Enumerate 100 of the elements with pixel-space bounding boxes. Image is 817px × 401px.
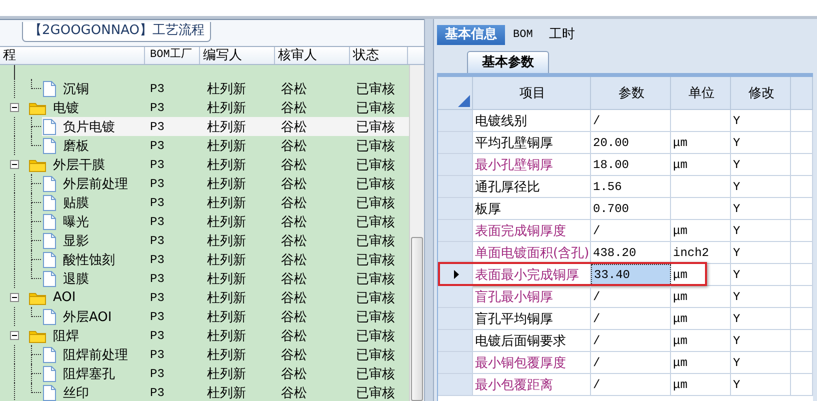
tree-label: 贴膜	[62, 194, 90, 212]
tree-row[interactable]: 阻焊塞孔 P3 杜列新 谷松 已审核	[0, 364, 409, 383]
table-cell-text: 谷松	[280, 232, 308, 250]
table-cell-text: 已审核	[355, 270, 396, 288]
table-cell-text: 已审核	[355, 290, 396, 307]
column-header[interactable]: BOM工厂	[145, 47, 200, 64]
folder-icon	[29, 158, 46, 172]
table-cell-text: 杜列新	[206, 270, 247, 288]
table-cell: /	[591, 286, 671, 308]
tree-row[interactable]: 丝印 P3 杜列新 谷松 已审核	[0, 383, 409, 401]
tree-row[interactable]: 外层前处理 P3 杜列新 谷松 已审核	[0, 174, 409, 193]
scrollbar[interactable]	[409, 65, 424, 401]
table-cell-text: P3	[149, 100, 166, 116]
table-cell-text: P3	[149, 194, 166, 212]
table-cell-text: 杜列新	[206, 346, 247, 364]
column-header[interactable]: 项目	[473, 77, 591, 110]
tree-row[interactable]: 沉铜 P3 杜列新 谷松 已审核	[0, 79, 409, 98]
tree-row[interactable]: 曝光 P3 杜列新 谷松 已审核	[0, 212, 409, 231]
table-cell: 通孔厚径比	[473, 176, 591, 198]
tree-row[interactable]: 阻焊 P3 杜列新 谷松 已审核	[0, 326, 409, 345]
tab[interactable]: BOM	[505, 25, 541, 45]
table-cell: μm	[671, 374, 731, 396]
column-header[interactable]: 编写人	[200, 47, 275, 64]
table-cell-text: 已审核	[355, 118, 396, 136]
column-header[interactable]: 程	[0, 47, 145, 64]
table-cell-text: P3	[149, 232, 166, 250]
column-header[interactable]: 状态	[350, 47, 408, 64]
table-cell-text: 谷松	[280, 138, 308, 155]
column-header[interactable]: 单位	[671, 77, 731, 110]
table-cell-text: P3	[149, 308, 166, 326]
folder-icon	[29, 100, 46, 114]
column-header[interactable]: 参数	[591, 77, 671, 110]
tree-row[interactable]: 阻焊前处理 P3 杜列新 谷松 已审核	[0, 345, 409, 364]
table-cell-text: 已审核	[355, 346, 396, 364]
table-cell-text: 谷松	[280, 328, 308, 345]
table-cell-text: 杜列新	[206, 328, 247, 345]
empty-cell	[671, 176, 731, 198]
table-cell-text: 已审核	[355, 156, 396, 174]
tree-row[interactable]: 外层干膜 P3 杜列新 谷松 已审核	[0, 155, 409, 174]
collapse-icon[interactable]	[10, 331, 19, 340]
table-cell-text: 谷松	[280, 176, 308, 193]
table-cell-text: 已审核	[355, 366, 396, 383]
table-cell-text: P3	[149, 156, 166, 174]
tree-row[interactable]: 显影 P3 杜列新 谷松 已审核	[0, 231, 409, 250]
collapse-icon[interactable]	[10, 160, 19, 169]
table-cell: 盲孔最小铜厚	[473, 286, 591, 308]
table-cell-text: 已审核	[355, 80, 396, 98]
document-icon	[43, 384, 56, 400]
table-cell-text: 杜列新	[206, 156, 247, 174]
table-cell-text: 已审核	[355, 232, 396, 250]
table-cell: /	[591, 308, 671, 330]
table-cell-text: 谷松	[280, 346, 308, 364]
table-cell-text: 已审核	[355, 384, 396, 401]
tree-label: 曝光	[62, 214, 90, 230]
table-cell-text: P3	[149, 118, 166, 136]
tab[interactable]: 工时	[540, 25, 583, 45]
document-icon	[43, 214, 56, 230]
table-cell-text: P3	[149, 138, 166, 154]
column-header[interactable]: 核审人	[275, 47, 350, 64]
table-cell: μm	[671, 286, 731, 308]
document-icon	[43, 232, 56, 248]
splitter-handle[interactable]	[424, 19, 434, 401]
table-cell-text: P3	[149, 384, 166, 401]
tab[interactable]: 基本信息	[437, 25, 505, 45]
table-cell-text: 谷松	[280, 156, 308, 174]
table-cell: μm	[671, 132, 731, 154]
table-cell-text: 已审核	[355, 138, 396, 155]
table-cell: 0.700	[591, 198, 671, 220]
selected-cell[interactable]: 33.40	[591, 264, 671, 286]
collapse-icon[interactable]	[10, 293, 19, 302]
document-icon	[43, 118, 56, 134]
table-cell-text: 杜列新	[206, 138, 247, 155]
tree-label: 沉铜	[62, 80, 90, 98]
tree-row[interactable]: 磨板 P3 杜列新 谷松 已审核	[0, 136, 409, 155]
tree-label: 外层AOI	[62, 308, 113, 326]
table-cell-text: P3	[149, 346, 166, 364]
tree-row[interactable]: 贴膜 P3 杜列新 谷松 已审核	[0, 193, 409, 212]
collapse-icon[interactable]	[10, 103, 19, 112]
tree-row[interactable]: 电镀 P3 杜列新 谷松 已审核	[0, 98, 409, 117]
tree-row[interactable]: 退膜 P3 杜列新 谷松 已审核	[0, 269, 409, 288]
empty-cell	[671, 198, 731, 220]
table-cell-text: P3	[149, 270, 166, 288]
table-cell: inch2	[671, 242, 731, 264]
table-cell-text: 已审核	[355, 328, 396, 345]
table-cell-text: 杜列新	[206, 232, 247, 250]
tree-label: AOI	[52, 290, 77, 305]
tree-row[interactable]: AOI P3 杜列新 谷松 已审核	[0, 288, 409, 307]
document-icon	[43, 138, 56, 154]
table-cell-text: 杜列新	[206, 80, 247, 98]
table-cell: μm	[671, 220, 731, 242]
table-cell: μm	[671, 264, 731, 286]
document-icon	[43, 194, 56, 210]
tree-row[interactable]: 酸性蚀刻 P3 杜列新 谷松 已审核	[0, 250, 409, 269]
table-cell-text: 谷松	[280, 308, 308, 326]
folder-icon	[29, 290, 46, 304]
column-header[interactable]: 修改	[731, 77, 791, 110]
tree-label: 阻焊	[52, 328, 80, 344]
tree-row[interactable]: 外层AOI P3 杜列新 谷松 已审核	[0, 307, 409, 326]
tree-label: 磨板	[62, 138, 90, 154]
tab[interactable]: 基本参数	[467, 51, 549, 73]
